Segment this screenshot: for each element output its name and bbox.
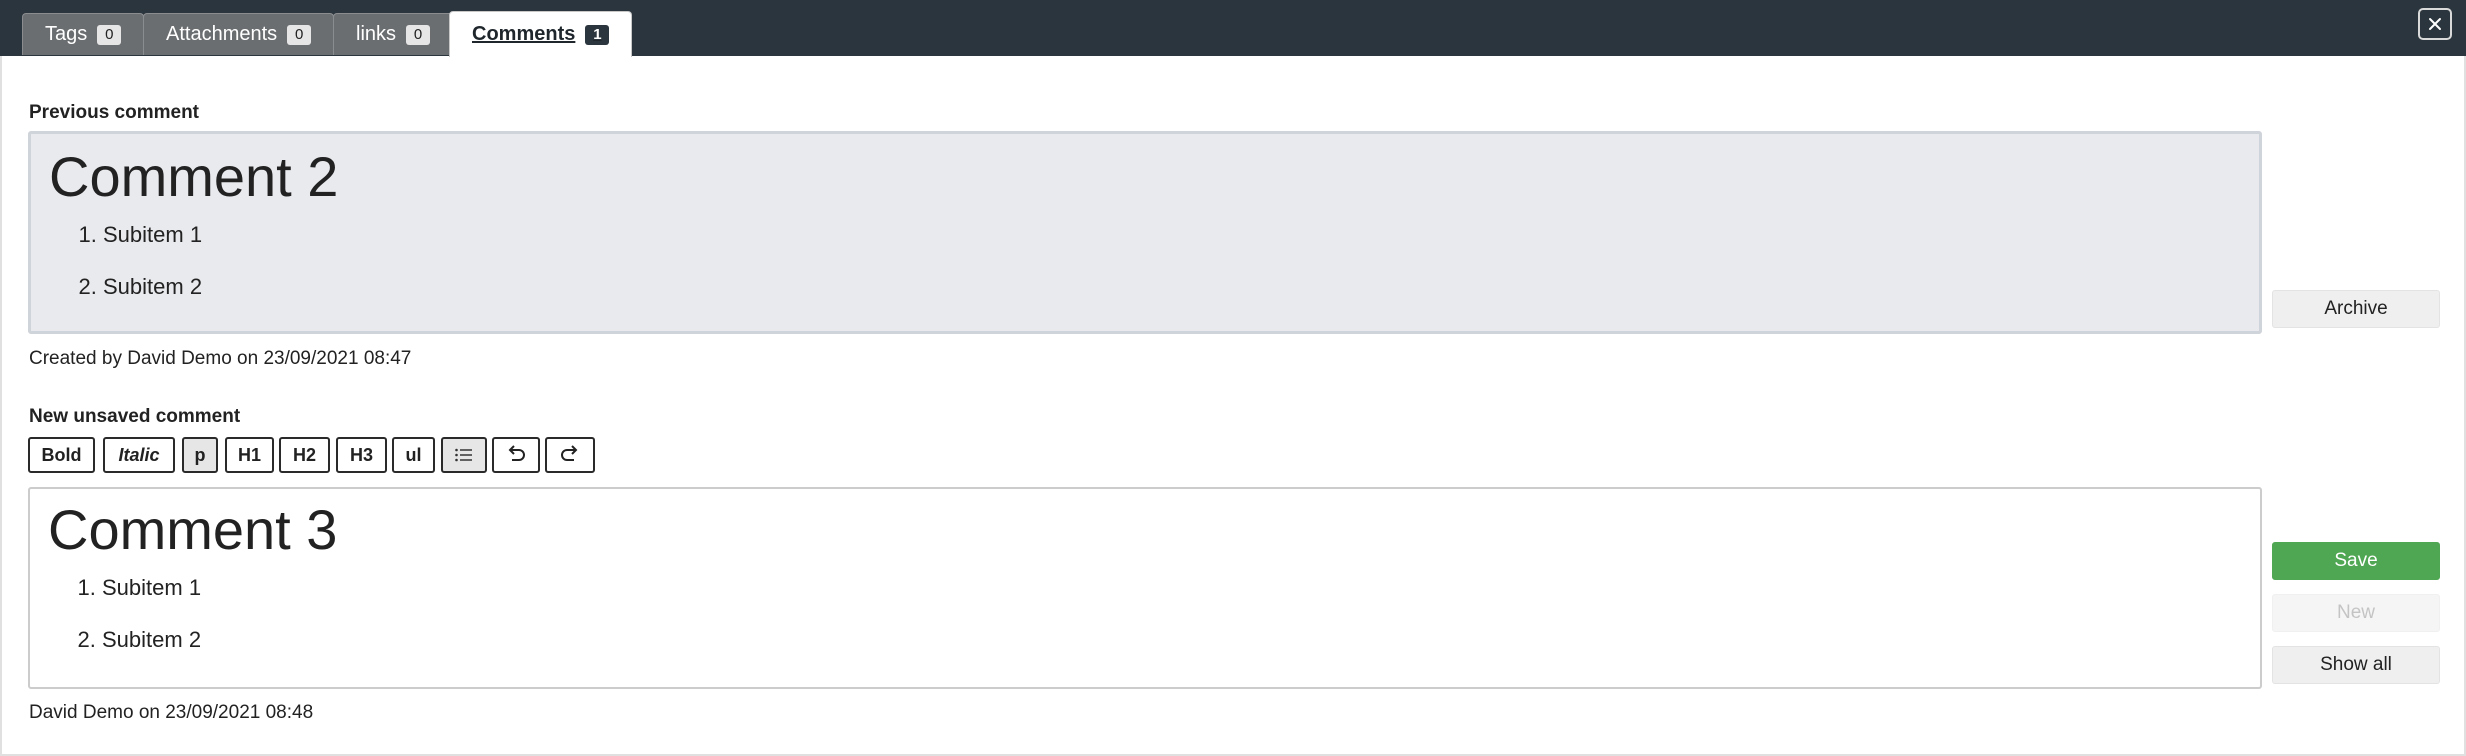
redo-button[interactable] xyxy=(545,437,595,473)
comment-ordered-list: Subitem 1 Subitem 2 xyxy=(74,574,201,678)
tab-label: Comments xyxy=(472,23,576,45)
tab-tags[interactable]: Tags 0 xyxy=(22,13,145,55)
comment-heading: Comment 2 xyxy=(49,145,339,208)
comment-editor[interactable]: Comment 3 Subitem 1 Subitem 2 xyxy=(28,487,2262,689)
previous-comment-label: Previous comment xyxy=(29,102,199,123)
previous-comment-box: Comment 2 Subitem 1 Subitem 2 xyxy=(28,131,2262,334)
paragraph-button[interactable]: p xyxy=(182,437,218,473)
tab-comments[interactable]: Comments 1 xyxy=(449,11,633,57)
h1-button[interactable]: H1 xyxy=(225,437,274,473)
comment-heading: Comment 3 xyxy=(48,498,338,561)
tab-count-badge: 0 xyxy=(406,24,431,45)
bold-button[interactable]: Bold xyxy=(28,437,95,473)
tab-links[interactable]: links 0 xyxy=(333,13,454,55)
italic-button[interactable]: Italic xyxy=(103,437,175,473)
tab-count-badge: 0 xyxy=(287,24,312,45)
list-item: Subitem 1 xyxy=(103,221,202,273)
tab-label: Tags xyxy=(45,23,88,45)
list-item: Subitem 1 xyxy=(102,574,201,626)
tab-attachments[interactable]: Attachments 0 xyxy=(143,13,335,55)
tab-count-badge: 0 xyxy=(97,24,122,45)
undo-icon xyxy=(508,445,525,461)
ordered-list-button[interactable] xyxy=(441,437,487,473)
comment-ordered-list: Subitem 1 Subitem 2 xyxy=(75,221,202,325)
list-item: Subitem 2 xyxy=(102,626,201,678)
tab-label: links xyxy=(356,23,397,45)
archive-button[interactable]: Archive xyxy=(2272,290,2440,328)
undo-button[interactable] xyxy=(492,437,540,473)
h2-button[interactable]: H2 xyxy=(279,437,330,473)
show-all-button[interactable]: Show all xyxy=(2272,646,2440,684)
close-icon xyxy=(2429,18,2441,30)
previous-comment-meta: Created by David Demo on 23/09/2021 08:4… xyxy=(29,348,412,369)
panel-border xyxy=(0,56,2,756)
new-comment-label: New unsaved comment xyxy=(29,406,241,427)
tab-count-badge: 1 xyxy=(585,24,610,45)
close-button[interactable] xyxy=(2418,8,2452,40)
redo-icon xyxy=(561,445,578,461)
list-item: Subitem 2 xyxy=(103,273,202,325)
new-comment-meta: David Demo on 23/09/2021 08:48 xyxy=(29,702,314,723)
save-button[interactable]: Save xyxy=(2272,542,2440,580)
new-button[interactable]: New xyxy=(2272,594,2440,632)
tab-bar: Tags 0 Attachments 0 links 0 Comments 1 xyxy=(0,0,2466,57)
ordered-list-icon xyxy=(455,448,472,462)
h3-button[interactable]: H3 xyxy=(336,437,387,473)
tab-label: Attachments xyxy=(166,23,278,45)
unordered-list-button[interactable]: ul xyxy=(392,437,435,473)
